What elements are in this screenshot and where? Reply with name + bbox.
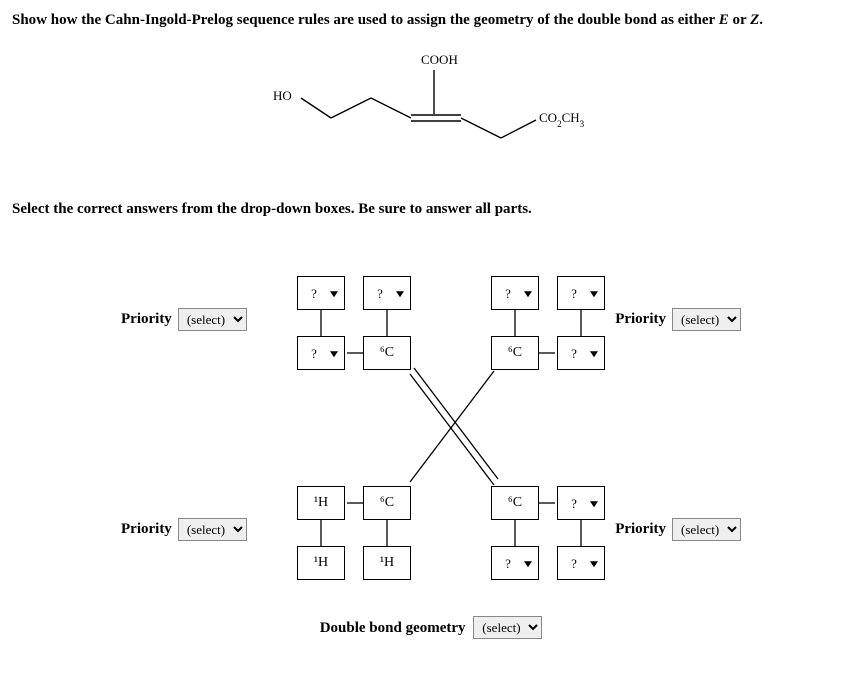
atom-select[interactable]: ? xyxy=(558,277,604,309)
atom-select[interactable]: ? xyxy=(298,337,344,369)
atom-select-tr-1[interactable]: ? xyxy=(491,276,539,310)
carbon-box-bottom-left: ⁶C xyxy=(363,486,411,520)
molecule-svg: HO COOH CO2CH3 xyxy=(261,48,601,173)
question-prefix: Show how the Cahn-Ingold-Prelog sequence… xyxy=(12,12,719,28)
molecule-drawing: HO COOH CO2CH3 xyxy=(12,48,850,173)
priority-label: Priority xyxy=(121,521,172,538)
atom-select-br-2[interactable]: ? xyxy=(491,546,539,580)
atom-select-br-3[interactable]: ? xyxy=(557,546,605,580)
priority-bottom-right: Priority (select) xyxy=(615,518,741,541)
hydrogen-label: ¹H xyxy=(314,495,328,511)
hydrogen-box-bl-below2: ¹H xyxy=(363,546,411,580)
hydrogen-label: ¹H xyxy=(380,555,394,571)
priority-label: Priority xyxy=(615,311,666,328)
cip-diagram: ⁶C ? ? ? ⁶C ? ? ? ⁶C xyxy=(121,258,741,598)
carbon-box-top-right: ⁶C xyxy=(491,336,539,370)
question-or: or xyxy=(729,12,750,28)
atom-select-tr-2[interactable]: ? xyxy=(557,276,605,310)
priority-bottom-left: Priority (select) xyxy=(121,518,247,541)
priority-label: Priority xyxy=(615,521,666,538)
atom-select[interactable]: ? xyxy=(558,487,604,519)
carbon-label: ⁶C xyxy=(380,345,394,361)
priority-select-tr[interactable]: (select) xyxy=(672,308,741,331)
hydrogen-label: ¹H xyxy=(314,555,328,571)
atom-select[interactable]: ? xyxy=(558,337,604,369)
priority-select-br[interactable]: (select) xyxy=(672,518,741,541)
label-cooh: COOH xyxy=(421,52,458,67)
atom-select-tl-3[interactable]: ? xyxy=(297,336,345,370)
atom-select[interactable]: ? xyxy=(558,547,604,579)
geometry-label: Double bond geometry xyxy=(320,620,466,636)
atom-select-tl-1[interactable]: ? xyxy=(297,276,345,310)
question-z: Z xyxy=(750,12,759,28)
priority-select-tl[interactable]: (select) xyxy=(178,308,247,331)
atom-select[interactable]: ? xyxy=(364,277,410,309)
atom-select-br-1[interactable]: ? xyxy=(557,486,605,520)
question-e: E xyxy=(719,12,729,28)
priority-select-bl[interactable]: (select) xyxy=(178,518,247,541)
atom-select-tl-2[interactable]: ? xyxy=(363,276,411,310)
carbon-label: ⁶C xyxy=(508,345,522,361)
carbon-label: ⁶C xyxy=(508,495,522,511)
hydrogen-box-bl-below1: ¹H xyxy=(297,546,345,580)
carbon-box-top-left: ⁶C xyxy=(363,336,411,370)
label-co2ch3: CO2CH3 xyxy=(539,110,585,129)
geometry-line: Double bond geometry (select) xyxy=(12,616,850,639)
question-suffix: . xyxy=(759,12,763,28)
geometry-select[interactable]: (select) xyxy=(473,616,542,639)
label-ho: HO xyxy=(273,88,292,103)
priority-label: Priority xyxy=(121,311,172,328)
carbon-box-bottom-right: ⁶C xyxy=(491,486,539,520)
question-text: Show how the Cahn-Ingold-Prelog sequence… xyxy=(12,10,850,30)
priority-top-left: Priority (select) xyxy=(121,308,247,331)
priority-top-right: Priority (select) xyxy=(615,308,741,331)
atom-select-tr-3[interactable]: ? xyxy=(557,336,605,370)
atom-select[interactable]: ? xyxy=(492,277,538,309)
atom-select[interactable]: ? xyxy=(492,547,538,579)
atom-select[interactable]: ? xyxy=(298,277,344,309)
instruction-text: Select the correct answers from the drop… xyxy=(12,201,850,218)
carbon-label: ⁶C xyxy=(380,495,394,511)
hydrogen-box-bl-side: ¹H xyxy=(297,486,345,520)
